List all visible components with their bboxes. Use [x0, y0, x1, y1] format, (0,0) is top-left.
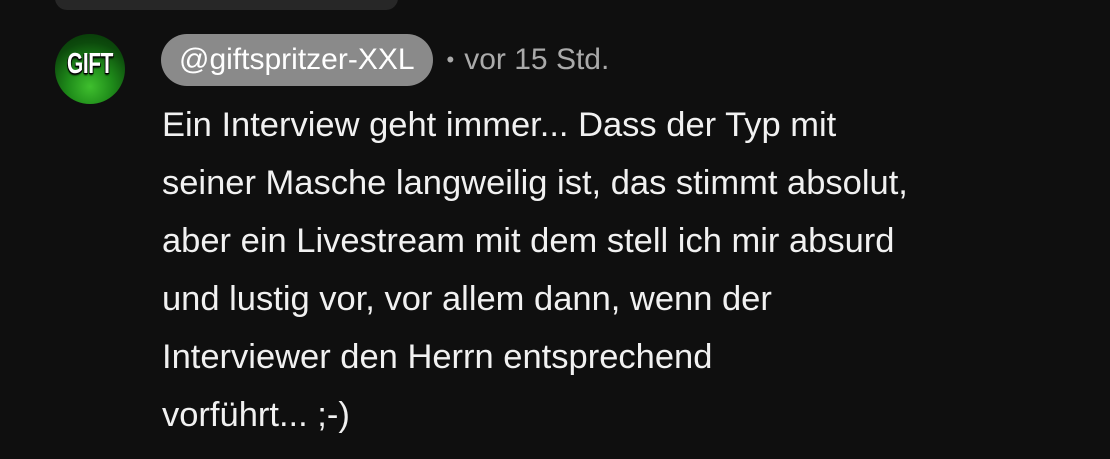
comment-timestamp[interactable]: vor 15 Std.: [464, 43, 609, 77]
comment-header: @giftspritzer-XXL • vor 15 Std.: [161, 34, 609, 86]
author-handle-link[interactable]: @giftspritzer-XXL: [161, 34, 433, 86]
previous-element-edge: [55, 0, 398, 10]
comment-body: Ein Interview geht immer... Dass der Typ…: [162, 106, 908, 434]
avatar[interactable]: GIFT: [55, 34, 125, 104]
avatar-logo-text: GIFT: [66, 48, 114, 80]
separator-dot: •: [446, 47, 455, 72]
